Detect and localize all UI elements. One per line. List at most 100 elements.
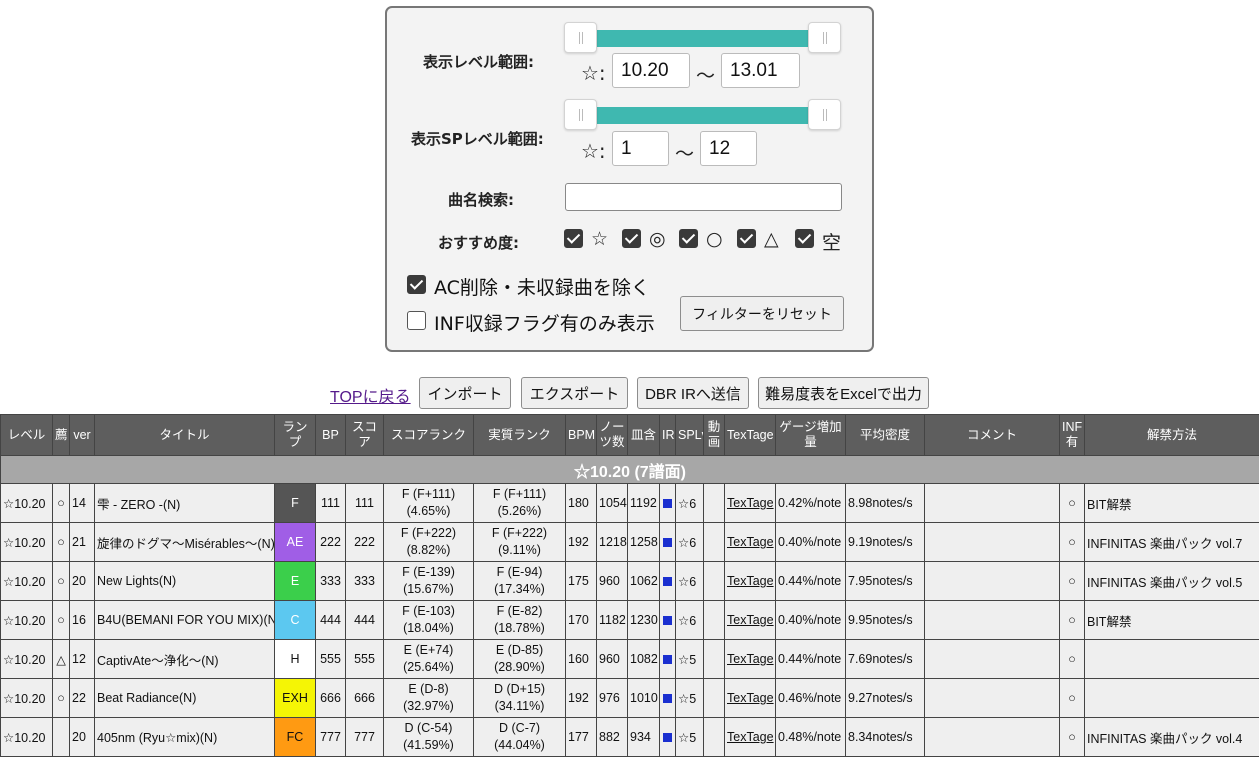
recommend-checkbox-circle[interactable] [679, 229, 698, 248]
level-range-slider[interactable] [564, 22, 841, 56]
notes-link[interactable]: 960 [597, 562, 628, 601]
ir-square-icon[interactable] [663, 616, 672, 625]
col-gauge[interactable]: ゲージ増加量 [776, 415, 846, 456]
inf-only-checkbox[interactable] [407, 311, 426, 330]
exclude-ac-checkbox[interactable] [407, 275, 426, 294]
sp-level-link[interactable]: ☆6 [676, 562, 704, 601]
reset-filter-button[interactable]: フィルターをリセット [680, 296, 844, 331]
ir-cell[interactable] [660, 718, 676, 757]
bpm-link[interactable]: 175 [566, 562, 597, 601]
notes-link[interactable]: 976 [597, 679, 628, 718]
col-density[interactable]: 平均密度 [846, 415, 925, 456]
song-title-link[interactable]: Beat Radiance(N) [95, 679, 275, 718]
sp-level-link[interactable]: ☆6 [676, 523, 704, 562]
textage-link[interactable]: TexTage [725, 484, 776, 523]
plate-link[interactable]: 1062 [628, 562, 660, 601]
col-score[interactable]: スコア [346, 415, 384, 456]
col-unlock[interactable]: 解禁方法 [1085, 415, 1259, 456]
export-button[interactable]: エクスポート [521, 377, 628, 409]
recommend-checkbox-triangle[interactable] [737, 229, 756, 248]
ir-cell[interactable] [660, 562, 676, 601]
sp-slider-max-handle[interactable] [808, 99, 841, 130]
col-score-rank[interactable]: スコアランク [384, 415, 474, 456]
plate-link[interactable]: 934 [628, 718, 660, 757]
plate-link[interactable]: 1082 [628, 640, 660, 679]
col-comment[interactable]: コメント [925, 415, 1060, 456]
ir-cell[interactable] [660, 484, 676, 523]
col-splv[interactable]: SPLv [676, 415, 704, 456]
ir-square-icon[interactable] [663, 577, 672, 586]
bpm-link[interactable]: 192 [566, 523, 597, 562]
sp-min-input[interactable] [612, 131, 669, 166]
song-search-input[interactable] [565, 183, 842, 211]
col-bpm[interactable]: BPM [566, 415, 597, 456]
col-rec[interactable]: 薦 [53, 415, 70, 456]
notes-link[interactable]: 1182 [597, 601, 628, 640]
ir-square-icon[interactable] [663, 538, 672, 547]
recommend-checkbox-empty[interactable] [795, 229, 814, 248]
song-title-link[interactable]: New Lights(N) [95, 562, 275, 601]
plate-link[interactable]: 1192 [628, 484, 660, 523]
song-title-link[interactable]: 405nm (Ryu☆mix)(N) [95, 718, 275, 757]
bpm-link[interactable]: 170 [566, 601, 597, 640]
ir-cell[interactable] [660, 640, 676, 679]
textage-link[interactable]: TexTage [725, 718, 776, 757]
sp-max-input[interactable] [700, 131, 757, 166]
ir-square-icon[interactable] [663, 655, 672, 664]
notes-link[interactable]: 882 [597, 718, 628, 757]
col-inf[interactable]: INF有 [1060, 415, 1085, 456]
textage-link[interactable]: TexTage [725, 601, 776, 640]
textage-link[interactable]: TexTage [725, 640, 776, 679]
recommend-checkbox-star[interactable] [564, 229, 583, 248]
sp-level-link[interactable]: ☆5 [676, 718, 704, 757]
level-max-input[interactable] [721, 53, 800, 88]
song-title-link[interactable]: B4U(BEMANI FOR YOU MIX)(N) [95, 601, 275, 640]
ir-cell[interactable] [660, 523, 676, 562]
col-bp[interactable]: BP [316, 415, 346, 456]
level-slider-min-handle[interactable] [564, 22, 597, 53]
sp-level-link[interactable]: ☆5 [676, 679, 704, 718]
col-textage[interactable]: TexTage [725, 415, 776, 456]
sp-level-link[interactable]: ☆6 [676, 601, 704, 640]
level-slider-max-handle[interactable] [808, 22, 841, 53]
sp-slider-min-handle[interactable] [564, 99, 597, 130]
ir-square-icon[interactable] [663, 733, 672, 742]
ir-square-icon[interactable] [663, 694, 672, 703]
col-ir[interactable]: IR [660, 415, 676, 456]
import-button[interactable]: インポート [419, 377, 511, 409]
excel-export-button[interactable]: 難易度表をExcelで出力 [758, 377, 929, 409]
notes-link[interactable]: 1218 [597, 523, 628, 562]
recommend-checkbox-double-circle[interactable] [622, 229, 641, 248]
col-plate[interactable]: 皿含 [628, 415, 660, 456]
plate-link[interactable]: 1258 [628, 523, 660, 562]
song-title-link[interactable]: 雫 - ZERO -(N) [95, 484, 275, 523]
level-min-input[interactable] [612, 53, 690, 88]
plate-link[interactable]: 1010 [628, 679, 660, 718]
sp-level-link[interactable]: ☆6 [676, 484, 704, 523]
col-video[interactable]: 動画 [704, 415, 725, 456]
ir-cell[interactable] [660, 679, 676, 718]
sp-range-slider[interactable] [564, 99, 841, 133]
sp-level-link[interactable]: ☆5 [676, 640, 704, 679]
ir-square-icon[interactable] [663, 499, 672, 508]
col-level[interactable]: レベル [1, 415, 53, 456]
textage-link[interactable]: TexTage [725, 562, 776, 601]
notes-link[interactable]: 960 [597, 640, 628, 679]
bpm-link[interactable]: 192 [566, 679, 597, 718]
textage-link[interactable]: TexTage [725, 523, 776, 562]
col-lamp[interactable]: ランプ [275, 415, 316, 456]
notes-link[interactable]: 1054 [597, 484, 628, 523]
plate-link[interactable]: 1230 [628, 601, 660, 640]
col-real-rank[interactable]: 実質ランク [474, 415, 566, 456]
bpm-link[interactable]: 177 [566, 718, 597, 757]
song-title-link[interactable]: 旋律のドグマ～Misérables～(N) [95, 523, 275, 562]
bpm-link[interactable]: 160 [566, 640, 597, 679]
col-notes[interactable]: ノーツ数 [597, 415, 628, 456]
textage-link[interactable]: TexTage [725, 679, 776, 718]
ir-cell[interactable] [660, 601, 676, 640]
bpm-link[interactable]: 180 [566, 484, 597, 523]
dbr-ir-button[interactable]: DBR IRへ送信 [637, 377, 749, 409]
col-title[interactable]: タイトル [95, 415, 275, 456]
col-ver[interactable]: ver [70, 415, 95, 456]
top-link[interactable]: TOPに戻る [330, 383, 411, 407]
